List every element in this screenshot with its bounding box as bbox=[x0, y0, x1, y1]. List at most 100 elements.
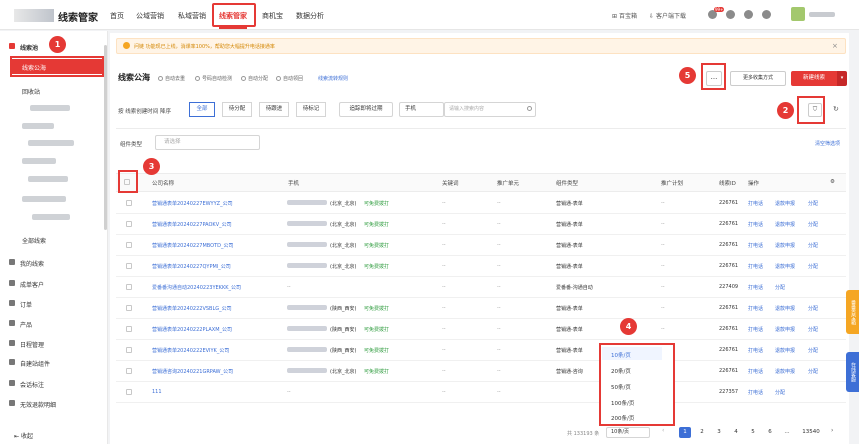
sidebar-item-blurred[interactable] bbox=[28, 176, 68, 182]
page-button[interactable]: 3 bbox=[713, 427, 725, 438]
call-link[interactable]: 打电话 bbox=[748, 242, 763, 249]
sidebar-item-all-leads[interactable]: 全部线索 bbox=[22, 236, 46, 245]
call-link[interactable]: 打电话 bbox=[748, 368, 763, 375]
more-button[interactable]: ... bbox=[706, 71, 722, 86]
table-row[interactable]: 营销通表单20240222VSBLG_公司 (陕西_西安) 可免费拨打 -- -… bbox=[116, 298, 846, 319]
table-row[interactable]: 111 -- -- -- 227357 打电话 分配 bbox=[116, 382, 846, 403]
nav-opportunity[interactable]: 商机宝 bbox=[262, 11, 283, 21]
tab-all[interactable]: 全部 bbox=[189, 102, 215, 117]
assign-link[interactable]: 分配 bbox=[808, 221, 818, 228]
toggle-auto-assign[interactable]: 自动分配 bbox=[241, 75, 268, 82]
table-row[interactable]: 营销通表单20240222EVIYK_公司 (陕西_西安) 可免费拨打 -- -… bbox=[116, 340, 846, 361]
search-field-select[interactable]: 手机 bbox=[399, 102, 444, 117]
tab-pending-follow[interactable]: 待跟进 bbox=[259, 102, 289, 117]
refund-link[interactable]: 退款申报 bbox=[775, 263, 795, 270]
call-link[interactable]: 打电话 bbox=[748, 305, 763, 312]
online-service-side-tab[interactable]: 在线客服 bbox=[846, 352, 859, 392]
company-name[interactable]: 营销通咨询20240221GRPAW_公司 bbox=[152, 368, 233, 375]
table-row[interactable]: 营销通咨询20240221GRPAW_公司 (北京_北京) 可免费拨打 -- -… bbox=[116, 361, 846, 382]
help-icon[interactable] bbox=[726, 10, 735, 19]
table-row[interactable]: 营销通表单20240227MBOTD_公司 (北京_北京) 可免费拨打 -- -… bbox=[116, 235, 846, 256]
assign-link[interactable]: 分配 bbox=[775, 284, 785, 291]
more-collect-methods-button[interactable]: 更多收集方式 bbox=[730, 71, 786, 86]
refund-link[interactable]: 退款申报 bbox=[775, 368, 795, 375]
refund-link[interactable]: 退款申报 bbox=[775, 326, 795, 333]
sidebar-item-recycle-bin[interactable]: 回收站 bbox=[22, 87, 40, 96]
refund-link[interactable]: 退款申报 bbox=[775, 221, 795, 228]
company-name[interactable]: 营销通表单20240227QYPMI_公司 bbox=[152, 263, 231, 270]
company-name[interactable]: 营销通表单20240222VSBLG_公司 bbox=[152, 305, 232, 312]
call-link[interactable]: 打电话 bbox=[748, 221, 763, 228]
refund-link[interactable]: 退款申报 bbox=[775, 347, 795, 354]
sidebar-item-blurred[interactable] bbox=[22, 158, 56, 164]
settings-icon[interactable] bbox=[744, 10, 753, 19]
chevron-down-icon[interactable]: ▾ bbox=[837, 71, 847, 86]
sort-label[interactable]: 按 线索创建时间 降序 bbox=[118, 107, 171, 115]
row-checkbox[interactable] bbox=[126, 347, 132, 353]
call-link[interactable]: 打电话 bbox=[748, 389, 763, 396]
row-checkbox[interactable] bbox=[126, 368, 132, 374]
page-size-option[interactable]: 100条/页 bbox=[611, 399, 634, 407]
page-button[interactable]: 1 bbox=[679, 427, 691, 438]
assign-link[interactable]: 分配 bbox=[808, 242, 818, 249]
sidebar-item-customers[interactable]: 成单客户 bbox=[20, 280, 44, 289]
new-lead-button[interactable]: 新建线索 bbox=[791, 71, 837, 86]
expiring-soon-button[interactable]: 追踪即将过期 bbox=[339, 102, 393, 117]
next-page-icon[interactable]: › bbox=[831, 427, 833, 434]
call-link[interactable]: 打电话 bbox=[748, 200, 763, 207]
call-link[interactable]: 打电话 bbox=[748, 263, 763, 270]
assign-link[interactable]: 分配 bbox=[808, 263, 818, 270]
sidebar-item-session-tag[interactable]: 会话标注 bbox=[20, 380, 44, 389]
row-checkbox[interactable] bbox=[126, 389, 132, 395]
refund-link[interactable]: 退款申报 bbox=[775, 200, 795, 207]
sidebar-item-products[interactable]: 产品 bbox=[20, 320, 32, 329]
sidebar-item-blurred[interactable] bbox=[32, 214, 70, 220]
sidebar-item-blurred[interactable] bbox=[22, 123, 54, 129]
toolbox-side-tab[interactable]: 番番百宝箱 bbox=[846, 290, 859, 334]
assign-link[interactable]: 分配 bbox=[808, 347, 818, 354]
sidebar-item-schedule[interactable]: 日程管理 bbox=[20, 340, 44, 349]
table-row[interactable]: 爱番番沟通自动20240223YEKKK_公司 -- -- -- 爱番番-沟通自… bbox=[116, 277, 846, 298]
toggle-auto-dedupe[interactable]: 自动去重 bbox=[158, 75, 185, 82]
row-checkbox[interactable] bbox=[126, 200, 132, 206]
close-icon[interactable]: × bbox=[832, 42, 838, 50]
page-size-option[interactable]: 200条/页 bbox=[611, 414, 634, 422]
page-ellipsis[interactable]: ... bbox=[781, 427, 793, 438]
toggle-auto-reclaim[interactable]: 自动领回 bbox=[276, 75, 303, 82]
lead-flow-rule-link[interactable]: 线索流转规则 bbox=[318, 75, 348, 82]
sidebar-item-refund[interactable]: 无效退款明细 bbox=[20, 400, 56, 409]
company-name[interactable]: 111 bbox=[152, 389, 162, 395]
company-name[interactable]: 营销通表单20240227PAOKV_公司 bbox=[152, 221, 232, 228]
sidebar-group-lead-pool[interactable]: 线索池 bbox=[20, 43, 38, 52]
username-blurred[interactable] bbox=[809, 12, 835, 17]
page-size-option[interactable]: 20条/页 bbox=[611, 367, 631, 375]
assign-link[interactable]: 分配 bbox=[808, 368, 818, 375]
search-icon[interactable] bbox=[527, 106, 532, 111]
tab-pending-mark[interactable]: 待标记 bbox=[296, 102, 326, 117]
component-type-select[interactable]: 请选择 bbox=[155, 135, 260, 150]
row-checkbox[interactable] bbox=[126, 242, 132, 248]
assign-link[interactable]: 分配 bbox=[808, 305, 818, 312]
avatar[interactable] bbox=[791, 7, 805, 21]
filter-icon[interactable]: ⛉ bbox=[808, 103, 822, 117]
toggle-number-check[interactable]: 号码自动检测 bbox=[195, 75, 232, 82]
nav-private-marketing[interactable]: 私域营销 bbox=[178, 11, 206, 21]
table-row[interactable]: 营销通表单20240227EWYYZ_公司 (北京_北京) 可免费拨打 -- -… bbox=[116, 193, 846, 214]
sidebar-collapse-button[interactable]: ⇤ 收起 bbox=[14, 431, 33, 440]
company-name[interactable]: 营销通表单20240227EWYYZ_公司 bbox=[152, 200, 233, 207]
company-name[interactable]: 爱番番沟通自动20240223YEKKK_公司 bbox=[152, 284, 241, 291]
call-link[interactable]: 打电话 bbox=[748, 326, 763, 333]
refresh-icon[interactable]: ↻ bbox=[833, 105, 839, 113]
search-input[interactable]: 请输入搜索内容 bbox=[444, 102, 536, 117]
apps-icon[interactable] bbox=[762, 10, 771, 19]
row-checkbox[interactable] bbox=[126, 221, 132, 227]
company-name[interactable]: 营销通表单20240222PLAXM_公司 bbox=[152, 326, 232, 333]
page-button[interactable]: 2 bbox=[696, 427, 708, 438]
table-row[interactable]: 营销通表单20240227PAOKV_公司 (北京_北京) 可免费拨打 -- -… bbox=[116, 214, 846, 235]
toolbox-link[interactable]: ⊞ 百宝箱 bbox=[612, 11, 637, 20]
page-size-select[interactable]: 10条/页 bbox=[606, 427, 650, 438]
sidebar-item-blurred[interactable] bbox=[28, 140, 74, 146]
sidebar-item-my-leads[interactable]: 我的线索 bbox=[20, 259, 44, 268]
clear-filters-link[interactable]: 清空筛选项 bbox=[815, 140, 840, 147]
page-button[interactable]: 6 bbox=[764, 427, 776, 438]
